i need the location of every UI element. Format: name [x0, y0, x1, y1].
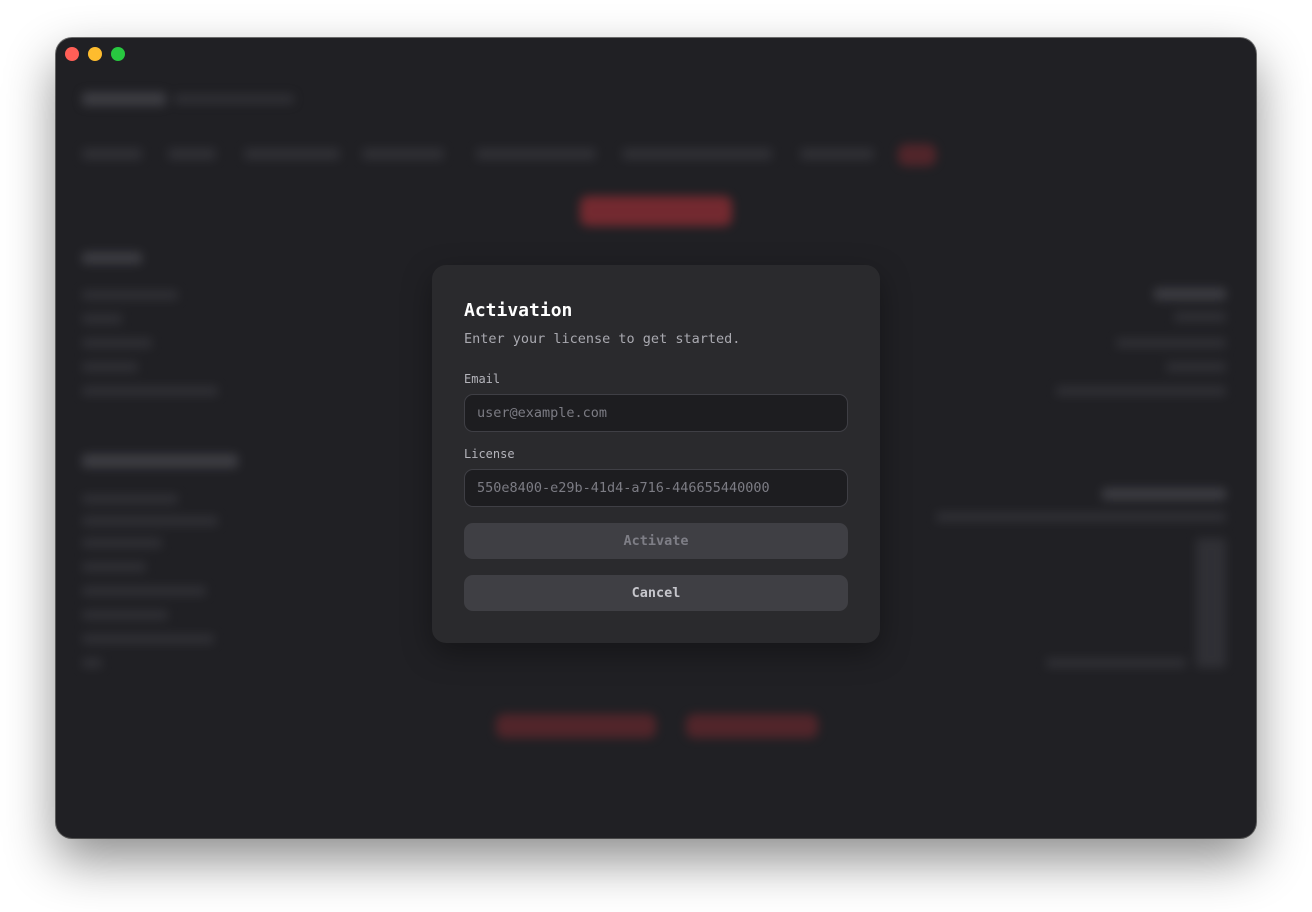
license-label: License — [464, 447, 515, 461]
license-input[interactable] — [464, 469, 848, 507]
app-window: Activation Enter your license to get sta… — [56, 38, 1256, 838]
window-controls — [65, 47, 125, 61]
maximize-window-button[interactable] — [111, 47, 125, 61]
close-window-button[interactable] — [65, 47, 79, 61]
email-input[interactable] — [464, 394, 848, 432]
activation-dialog: Activation Enter your license to get sta… — [432, 265, 880, 643]
activate-button[interactable]: Activate — [464, 523, 848, 559]
email-label: Email — [464, 372, 501, 386]
cancel-button[interactable]: Cancel — [464, 575, 848, 611]
dialog-title: Activation — [464, 300, 573, 321]
minimize-window-button[interactable] — [88, 47, 102, 61]
dialog-subtitle: Enter your license to get started. — [464, 331, 741, 347]
